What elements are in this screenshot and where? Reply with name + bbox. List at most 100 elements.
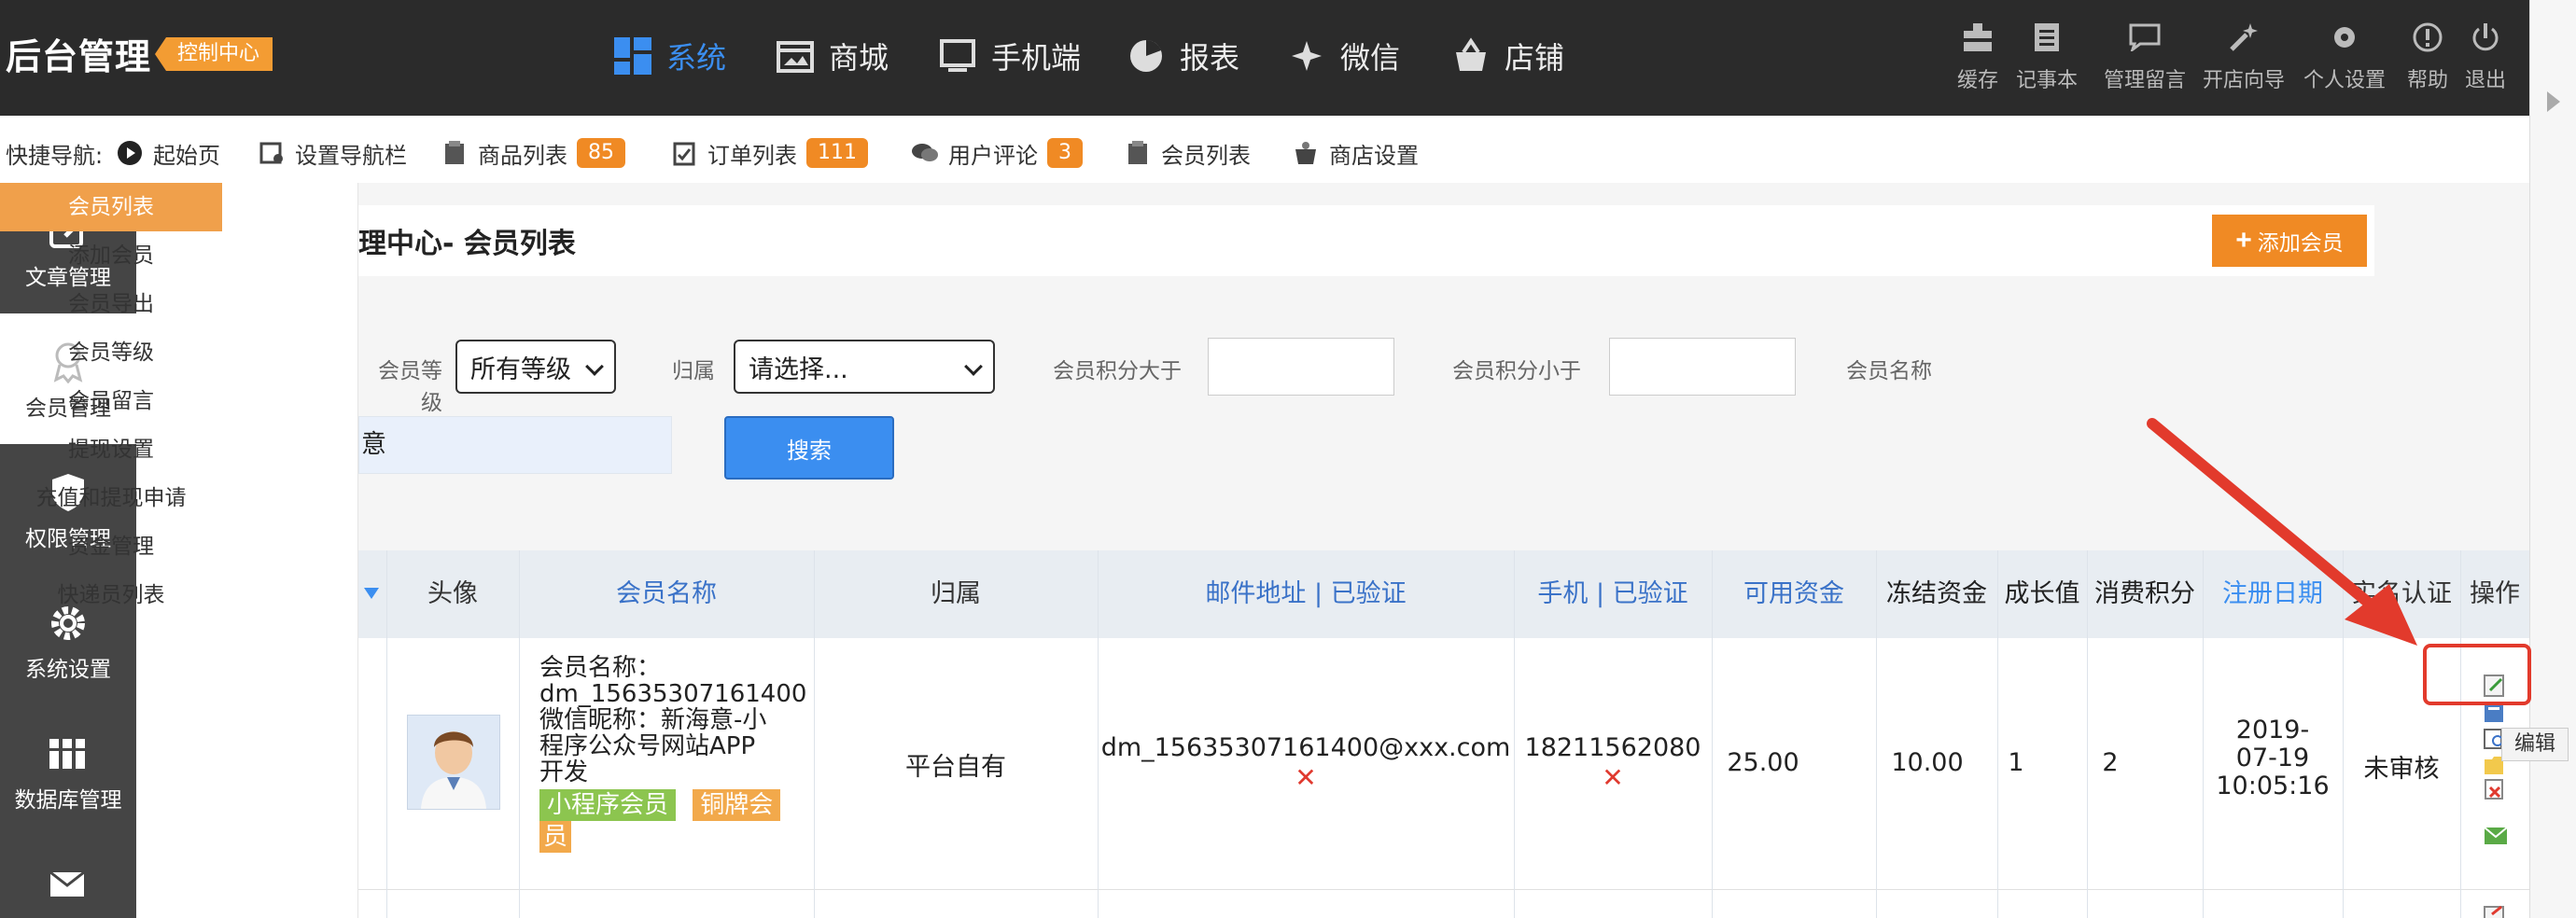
header-belong: 归属 — [931, 579, 981, 608]
realname-status-cell: 未审核 — [2363, 755, 2440, 784]
member-name-input[interactable]: 意 — [358, 416, 672, 474]
submenu-add-member[interactable]: 添加会员 — [0, 231, 222, 280]
submenu-fund-management[interactable]: 资金管理 — [0, 522, 222, 571]
quick-nav-members[interactable]: 会员列表 — [1124, 136, 1251, 170]
submenu-recharge-withdraw[interactable]: 充值和提现申请 — [0, 474, 222, 522]
quick-nav-shop-settings[interactable]: 商店设置 — [1292, 136, 1419, 170]
quick-nav-item-label: 商店设置 — [1329, 142, 1419, 169]
quick-nav-item-label: 起始页 — [153, 142, 220, 169]
annotation-arrow — [2147, 418, 2417, 646]
member-level-label: 会员等级 — [378, 359, 442, 415]
member-name-label: 会员名称 — [1846, 359, 1932, 383]
add-member-label: 添加会员 — [2257, 230, 2344, 255]
member-name-cell: 会员名称： dm_15635307161400 微信昵称：新海意-小 程序公众号… — [539, 655, 810, 853]
message-member-icon[interactable] — [2483, 825, 2509, 847]
sidebar-item-database[interactable]: 数据库管理 — [0, 705, 136, 836]
points-lt-label: 会员积分小于 — [1452, 359, 1581, 383]
column-divider — [1712, 550, 1713, 918]
add-member-button[interactable]: + 添加会员 — [2212, 215, 2367, 267]
email-address: dm_15635307161400@xxx.com — [1100, 733, 1511, 762]
submenu-withdraw-settings[interactable]: 提现设置 — [0, 425, 222, 474]
belong-select[interactable]: 请选择... — [734, 340, 995, 394]
basket-icon — [1450, 35, 1491, 76]
products-count-badge: 85 — [577, 138, 625, 168]
nav-wechat[interactable]: 微信 — [1286, 28, 1400, 84]
gear-icon — [2298, 17, 2391, 58]
tool-personal-settings[interactable]: 个人设置 — [2298, 17, 2391, 93]
points-gt-input[interactable] — [1208, 338, 1394, 396]
phone-unverified-icon: ✕ — [1602, 762, 1624, 793]
nav-system[interactable]: 系统 — [612, 28, 726, 84]
header-member-name: 会员名称 — [616, 579, 717, 608]
miniprogram-member-tag: 小程序会员 — [539, 789, 677, 821]
column-divider — [386, 550, 387, 918]
column-divider — [1997, 550, 1998, 918]
plus-icon: + — [2235, 225, 2252, 256]
member-nickname-line: 微信昵称：新海意-小 — [539, 706, 767, 734]
header-growth: 成长值 — [2004, 579, 2080, 608]
nav-mobile[interactable]: 手机端 — [937, 28, 1081, 84]
nav-shop[interactable]: 店铺 — [1450, 28, 1564, 84]
collapse-arrow-icon[interactable] — [2545, 90, 2562, 114]
message-icon — [2098, 17, 2191, 58]
quick-nav-item-label: 订单列表 — [707, 142, 797, 169]
tool-label: 退出 — [2464, 69, 2506, 92]
belong-value: 请选择... — [749, 355, 848, 384]
header-frozen-funds: 冻结资金 — [1886, 579, 1987, 608]
tool-messages[interactable]: 管理留言 — [2098, 17, 2191, 93]
search-button[interactable]: 搜索 — [724, 416, 894, 480]
submenu-member-messages[interactable]: 会员留言 — [0, 377, 222, 425]
quick-nav-home[interactable]: 起始页 — [116, 136, 220, 170]
tool-label: 管理留言 — [2103, 69, 2186, 92]
tool-notepad[interactable]: 记事本 — [2005, 17, 2089, 93]
wand-icon — [2199, 17, 2289, 58]
submenu-member-list[interactable]: 会员列表 — [0, 183, 222, 231]
quick-nav-comments[interactable]: 用户评论 3 — [911, 136, 1083, 170]
edit-icon-next-row[interactable] — [2483, 905, 2507, 918]
chevron-down-icon — [585, 357, 604, 376]
phone-cell: 18211562080 ✕ — [1514, 733, 1712, 793]
points-lt-input[interactable] — [1609, 338, 1796, 396]
date-part: 2019- — [2235, 716, 2310, 744]
order-list-icon — [670, 139, 698, 167]
member-nickname-line: 程序公众号网站APP — [539, 732, 756, 760]
sort-down-icon[interactable] — [364, 588, 379, 599]
points-cell: 2 — [2102, 748, 2119, 777]
nav-label: 商城 — [829, 40, 889, 76]
quick-nav-item-label: 用户评论 — [948, 142, 1038, 169]
submenu-courier-list[interactable]: 快递员列表 — [0, 571, 222, 619]
default-user-avatar-icon — [421, 731, 486, 809]
control-center-badge[interactable]: 控制中心 — [155, 37, 273, 71]
header-available-funds[interactable]: 可用资金 — [1712, 550, 1876, 638]
header-email[interactable]: 邮件地址 | 已验证 — [1098, 550, 1514, 638]
product-list-icon — [441, 139, 469, 167]
nav-report[interactable]: 报表 — [1126, 28, 1239, 84]
member-name-line: 会员名称： — [539, 654, 662, 682]
tool-shop-wizard[interactable]: 开店向导 — [2199, 17, 2289, 93]
grid-icon — [612, 35, 653, 76]
tool-label: 记事本 — [2015, 69, 2078, 92]
email-cell: dm_15635307161400@xxx.com ✕ — [1098, 733, 1514, 793]
quick-nav-orders[interactable]: 订单列表 111 — [670, 136, 868, 170]
sidebar-item-mail[interactable] — [0, 836, 136, 918]
notepad-icon — [2005, 17, 2089, 58]
avatar[interactable] — [407, 715, 500, 810]
member-username: dm_15635307161400 — [539, 680, 807, 708]
nav-mall[interactable]: 商城 — [775, 28, 889, 84]
delete-icon[interactable] — [2483, 778, 2507, 800]
member-level-select[interactable]: 所有等级 — [455, 340, 616, 394]
quick-nav-item-label: 设置导航栏 — [295, 142, 407, 169]
frozen-funds-cell: 10.00 — [1891, 748, 1964, 777]
comments-count-badge: 3 — [1047, 138, 1083, 168]
tool-logout[interactable]: 退出 — [2443, 17, 2527, 93]
submenu-member-levels[interactable]: 会员等级 — [0, 328, 222, 377]
submenu-export-members[interactable]: 会员导出 — [0, 280, 222, 328]
quick-nav-settings[interactable]: 设置导航栏 — [258, 136, 407, 170]
register-date-cell: 2019- 07-19 10:05:16 — [2203, 716, 2343, 800]
annotation-highlight-box — [2423, 644, 2531, 705]
quick-nav-products[interactable]: 商品列表 85 — [441, 136, 625, 170]
header-phone[interactable]: 手机 | 已验证 — [1514, 550, 1712, 638]
header-actions: 操作 — [2470, 579, 2520, 608]
member-nickname-line: 开发 — [539, 758, 589, 786]
column-divider — [814, 550, 815, 918]
